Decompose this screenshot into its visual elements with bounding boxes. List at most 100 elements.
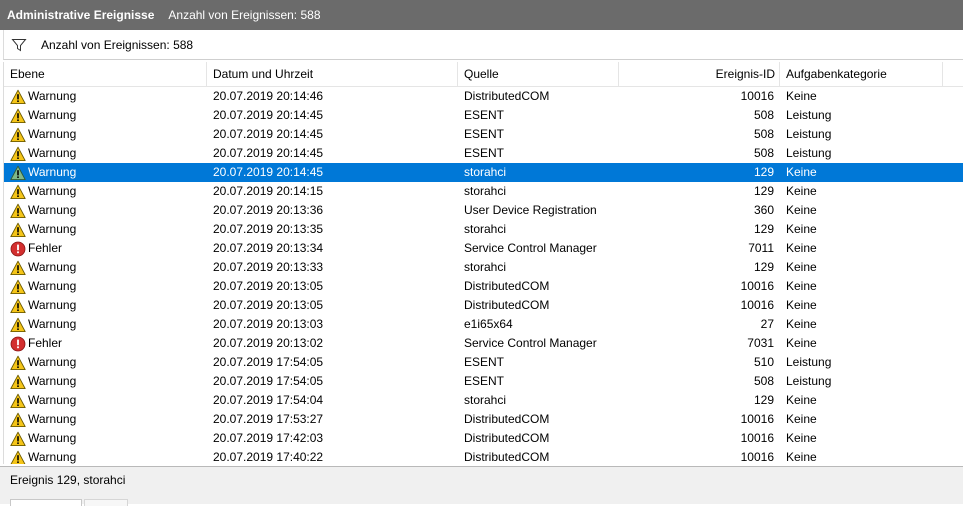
date-cell: 20.07.2019 20:13:34: [213, 241, 324, 255]
category-cell: Keine: [786, 431, 817, 445]
source-cell: Service Control Manager: [464, 336, 597, 350]
table-row[interactable]: Warnung 20.07.2019 20:13:33 storahci 129 Kei…: [4, 258, 963, 277]
table-row[interactable]: Warnung 20.07.2019 20:14:46 DistributedCOM…: [4, 87, 963, 106]
date-cell: 20.07.2019 17:40:22: [213, 450, 324, 464]
level-cell: Warnung: [10, 106, 206, 125]
date-cell: 20.07.2019 20:13:35: [213, 222, 324, 236]
table-row[interactable]: Warnung 20.07.2019 20:14:45 storahci 129 Kei…: [4, 163, 963, 182]
table-row[interactable]: Warnung 20.07.2019 20:14:45 ESENT 508 Leistu…: [4, 106, 963, 125]
level-text: Warnung: [28, 165, 77, 179]
level-text: Fehler: [28, 336, 63, 350]
level-text: Warnung: [28, 393, 77, 407]
category-cell: Leistung: [786, 146, 832, 160]
level-cell: Warnung: [10, 277, 206, 296]
column-header-category[interactable]: Aufgabenkategorie: [780, 62, 943, 86]
level-text: Warnung: [28, 431, 77, 445]
level-text: Warnung: [28, 203, 77, 217]
date-cell: 20.07.2019 20:13:33: [213, 260, 324, 274]
level-text: Warnung: [28, 412, 77, 426]
source-cell: DistributedCOM: [464, 279, 550, 293]
event-id-cell: 10016: [740, 431, 774, 445]
category-cell: Keine: [786, 393, 817, 407]
table-row[interactable]: Warnung 20.07.2019 20:14:45 ESENT 508 Leistu…: [4, 144, 963, 163]
category-cell: Keine: [786, 222, 817, 236]
event-id-cell: 129: [753, 184, 774, 198]
level-cell: Fehler: [10, 239, 206, 258]
tab-details[interactable]: [84, 499, 128, 506]
event-id-cell: 508: [753, 146, 774, 160]
source-cell: storahci: [464, 222, 507, 236]
column-header-event-id[interactable]: Ereignis-ID: [619, 62, 780, 86]
event-id-cell: 360: [753, 203, 774, 217]
filter-icon[interactable]: [11, 37, 27, 53]
level-text: Warnung: [28, 450, 77, 464]
event-id-cell: 10016: [740, 89, 774, 103]
table-row[interactable]: Warnung 20.07.2019 20:13:05 DistributedCOM…: [4, 296, 963, 315]
table-row[interactable]: Warnung 20.07.2019 17:40:22 DistributedCOM…: [4, 448, 963, 464]
warning-icon: [10, 317, 28, 333]
table-row[interactable]: Warnung 20.07.2019 20:13:03 e1i65x64 27 Kein…: [4, 315, 963, 334]
category-cell: Keine: [786, 317, 817, 331]
column-header-level[interactable]: Ebene: [4, 62, 207, 86]
status-bar: Ereignis 129, storahci: [0, 466, 963, 492]
table-row[interactable]: Warnung 20.07.2019 20:13:35 storahci 129 Kei…: [4, 220, 963, 239]
event-list[interactable]: Ebene Datum und Uhrzeit Quelle Ereignis-…: [3, 62, 963, 464]
level-cell: Warnung: [10, 429, 206, 448]
level-cell: Warnung: [10, 220, 206, 239]
date-cell: 20.07.2019 20:14:15: [213, 184, 324, 198]
source-cell: DistributedCOM: [464, 89, 550, 103]
event-id-cell: 129: [753, 260, 774, 274]
event-rows: Warnung 20.07.2019 20:14:46 DistributedCOM…: [4, 87, 963, 464]
category-cell: Keine: [786, 336, 817, 350]
event-id-cell: 508: [753, 374, 774, 388]
level-cell: Warnung: [10, 296, 206, 315]
level-cell: Warnung: [10, 182, 206, 201]
source-cell: DistributedCOM: [464, 298, 550, 312]
column-header-source[interactable]: Quelle: [458, 62, 619, 86]
event-id-cell: 129: [753, 393, 774, 407]
category-cell: Keine: [786, 279, 817, 293]
event-id-cell: 10016: [740, 298, 774, 312]
table-row[interactable]: Fehler 20.07.2019 20:13:02 Service Control…: [4, 334, 963, 353]
table-row[interactable]: Warnung 20.07.2019 17:54:05 ESENT 510 Leistu…: [4, 353, 963, 372]
tab-general[interactable]: [10, 499, 82, 506]
level-text: Warnung: [28, 127, 77, 141]
error-icon: [10, 336, 28, 352]
category-cell: Keine: [786, 298, 817, 312]
source-cell: storahci: [464, 260, 507, 274]
warning-icon: [10, 184, 28, 200]
date-cell: 20.07.2019 20:13:05: [213, 279, 324, 293]
table-row[interactable]: Warnung 20.07.2019 20:14:45 ESENT 508 Leistu…: [4, 125, 963, 144]
date-cell: 20.07.2019 20:14:45: [213, 146, 324, 160]
error-icon: [10, 241, 28, 257]
category-cell: Keine: [786, 241, 817, 255]
table-row[interactable]: Warnung 20.07.2019 20:13:05 DistributedCOM…: [4, 277, 963, 296]
warning-icon: [10, 298, 28, 314]
source-cell: storahci: [464, 393, 507, 407]
date-cell: 20.07.2019 20:14:46: [213, 89, 324, 103]
date-cell: 20.07.2019 20:14:45: [213, 108, 324, 122]
date-cell: 20.07.2019 17:53:27: [213, 412, 324, 426]
table-row[interactable]: Warnung 20.07.2019 20:13:36 User Device Re…: [4, 201, 963, 220]
event-count-title: Anzahl von Ereignissen: 588: [168, 8, 321, 22]
warning-icon: [10, 393, 28, 409]
level-text: Warnung: [28, 108, 77, 122]
table-row[interactable]: Warnung 20.07.2019 17:54:04 storahci 129 Kei…: [4, 391, 963, 410]
column-header-date[interactable]: Datum und Uhrzeit: [207, 62, 458, 86]
level-text: Warnung: [28, 317, 77, 331]
event-id-cell: 129: [753, 165, 774, 179]
table-row[interactable]: Warnung 20.07.2019 17:53:27 DistributedCOM…: [4, 410, 963, 429]
table-row[interactable]: Warnung 20.07.2019 17:54:05 ESENT 508 Leistu…: [4, 372, 963, 391]
category-cell: Leistung: [786, 127, 832, 141]
warning-icon: [10, 431, 28, 447]
warning-icon: [10, 127, 28, 143]
source-cell: storahci: [464, 165, 507, 179]
warning-icon: [10, 260, 28, 276]
table-row[interactable]: Warnung 20.07.2019 20:14:15 storahci 129 Kei…: [4, 182, 963, 201]
table-row[interactable]: Warnung 20.07.2019 17:42:03 DistributedCOM…: [4, 429, 963, 448]
level-cell: Warnung: [10, 353, 206, 372]
level-cell: Warnung: [10, 372, 206, 391]
level-text: Warnung: [28, 374, 77, 388]
level-text: Warnung: [28, 279, 77, 293]
table-row[interactable]: Fehler 20.07.2019 20:13:34 Service Control…: [4, 239, 963, 258]
